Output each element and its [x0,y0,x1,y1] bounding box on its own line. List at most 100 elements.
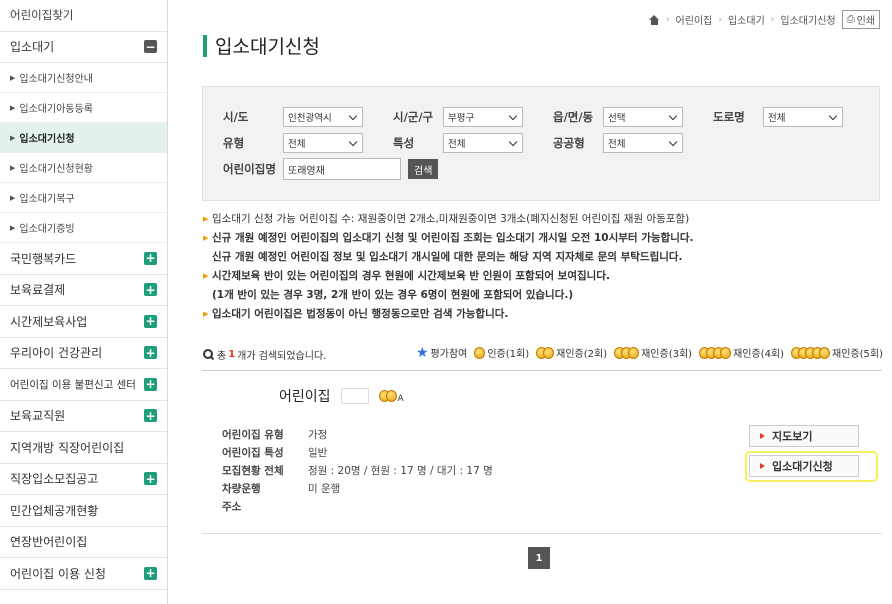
type-value: 전체 [288,139,306,150]
road-label: 도로명 [713,110,745,124]
sidebar-sub-item[interactable]: ▶ 입소대기신청현황 [0,153,167,183]
medal-icon [536,346,555,359]
sidebar-sub-item[interactable]: ▶ 입소대기증빙 [0,213,167,243]
sidebar-item[interactable]: 직장입소모집공고 + [0,464,167,495]
info-value: 정원 : 20명 / 현원 : 17 명 / 대기 : 17 명 [308,464,493,477]
public-label: 공공형 [553,136,585,150]
notice-text: 시간제보육 반이 있는 어린이집의 경우 현원에 시간제보육 반 인원이 포함되… [212,270,610,282]
plus-icon[interactable]: + [144,314,157,328]
result-suffix: 개가 검색되었습니다. [237,350,327,362]
result-divider [202,370,882,371]
sidebar-sub-item[interactable]: ▶ 입소대기신청안내 [0,63,167,93]
sidebar-item[interactable]: 연장반어린이집 [0,527,167,558]
info-row: 주소 [222,497,493,515]
sidebar-item-find-daycare[interactable]: 어린이집찾기 [0,0,167,32]
feature-value: 전체 [448,139,466,150]
plus-icon[interactable]: + [144,346,157,360]
sidebar-sub-item-active[interactable]: ▶ 입소대기신청 [0,123,167,153]
sidebar-sub-item[interactable]: ▶ 입소대기복구 [0,183,167,213]
minus-icon[interactable]: − [144,40,157,54]
sidebar-item[interactable]: 어린이집 이용 불편신고 센터 + [0,369,167,401]
certification-legend: ★ 평가참여 인증(1회) 재인증(2회) 재인증(3회) 재인증(4회) 재인증… [412,344,883,361]
sidebar-item-label: 지역개방 직장어린이집 [10,440,125,455]
sidebar-item[interactable]: 지역개방 직장어린이집 [0,432,167,464]
triangle-right-icon [760,433,765,439]
highlight-annotation [745,451,878,482]
search-button[interactable]: 검색 [408,159,439,179]
chevron-right-icon: ▶ [10,193,16,202]
sidebar-item[interactable]: 우리아이 건강관리 + [0,338,167,369]
sidebar-item-label: 어린이집 이용 불편신고 센터 [10,378,136,391]
sidebar-section-waitlist[interactable]: 입소대기 − [0,32,167,63]
chevron-down-icon [348,137,358,146]
daycare-name-input[interactable]: 또래영재 [283,158,401,180]
eupmyeon-select[interactable]: 선택 [603,107,683,127]
sidebar-section-label: 입소대기 [10,40,55,55]
sidebar-item[interactable]: 보육교직원 + [0,401,167,432]
info-row: 어린이집 유형 가정 [222,425,493,443]
sidebar-item-label: 시간제보육사업 [10,314,88,329]
sidebar-item[interactable]: 시간제보육사업 + [0,306,167,338]
plus-icon[interactable]: + [144,472,157,486]
notice-item: ▶ 신규 개원 예정인 어린이집의 입소대기 신청 및 어린이집 조회는 입소대기… [203,229,883,248]
info-row: 차량운행 미 운행 [222,479,493,497]
chevron-down-icon [348,111,358,120]
daycare-info: 어린이집 유형 가정 어린이집 특성 일반 모집현황 전체 정원 : 20명 / 현원… [222,425,493,515]
feature-label: 특성 [393,136,415,150]
chevron-right-icon: ▶ [10,73,16,82]
home-icon[interactable] [648,14,660,25]
map-view-button[interactable]: 지도보기 [749,425,859,447]
daycare-name[interactable]: 어린이집 A [279,386,404,406]
legend-label: 재인증(3회) [641,349,693,360]
result-count: 1 [228,348,236,360]
notice-item: ▶ 입소대기 어린이집은 법정동이 아닌 행정동으로만 검색 가능합니다. [203,305,883,324]
chevron-right-icon: ▶ [203,215,209,223]
sidebar-sub-item[interactable]: ▶ 입소대기아동등록 [0,93,167,123]
sigungu-select[interactable]: 부평구 [443,107,523,127]
pagination-current-page[interactable]: 1 [528,547,550,569]
public-select[interactable]: 전체 [603,133,683,153]
breadcrumb-item[interactable]: 어린이집 [676,12,713,27]
chevron-right-icon: › [770,14,775,25]
sidebar-item[interactable]: 국민행복카드 + [0,243,167,275]
chevron-right-icon: ▶ [10,163,16,172]
search-icon [203,348,214,360]
plus-icon[interactable]: + [144,566,157,580]
public-value: 전체 [608,139,626,150]
sidebar-sub-label: 입소대기신청 [19,134,75,145]
sidebar-sub-label: 입소대기증빙 [19,224,75,235]
chevron-down-icon [828,111,838,120]
chevron-right-icon: ▶ [10,133,16,142]
chevron-right-icon: ▶ [203,310,209,318]
star-badge-icon: ★ [415,344,429,361]
print-button[interactable]: ⎙ 인쇄 [841,10,880,29]
plus-icon[interactable]: + [144,283,157,297]
sido-select[interactable]: 인천광역시 [283,107,363,127]
plus-icon[interactable]: + [144,251,157,265]
sidebar-item-label: 민간업체공개현황 [10,503,99,518]
legend-label: 재인증(2회) [556,349,608,360]
medal-icon [378,390,397,402]
sidebar-item-label: 국민행복카드 [10,251,77,266]
notice-item: (1개 반이 있는 경우 3명, 2개 반이 있는 경우 6명이 현원에 포함되… [203,286,883,305]
sidebar-item[interactable]: 보육료결제 + [0,275,167,306]
road-select[interactable]: 전체 [763,107,843,127]
info-key: 차량운행 [222,482,261,495]
chevron-down-icon [508,111,518,120]
sidebar-sub-label: 입소대기복구 [19,194,75,205]
sidebar-item-label: 연장반어린이집 [10,535,88,550]
feature-select[interactable]: 전체 [443,133,523,153]
sigungu-value: 부평구 [448,113,475,124]
notice-list: ▶ 입소대기 신청 가능 어린이집 수: 재원중이면 2개소,미재원중이면 3개소… [203,210,883,324]
breadcrumb-item[interactable]: 입소대기 [728,12,765,27]
sidebar-sub-label: 입소대기신청현황 [19,164,93,175]
sidebar-item[interactable]: 민간업체공개현황 [0,495,167,527]
plus-icon[interactable]: + [144,409,157,423]
sidebar-item[interactable]: 어린이집 이용 신청 + [0,558,167,590]
sidebar-item-label: 우리아이 건강관리 [10,346,103,361]
type-select[interactable]: 전체 [283,133,363,153]
plus-icon[interactable]: + [144,377,157,391]
legend-label: 재인증(4회) [733,349,785,360]
breadcrumb-item-current: 입소대기신청 [780,16,836,27]
notice-item: 신규 개원 예정인 어린이집 정보 및 입소대기 개시일에 대한 문의는 해당 … [203,248,883,267]
